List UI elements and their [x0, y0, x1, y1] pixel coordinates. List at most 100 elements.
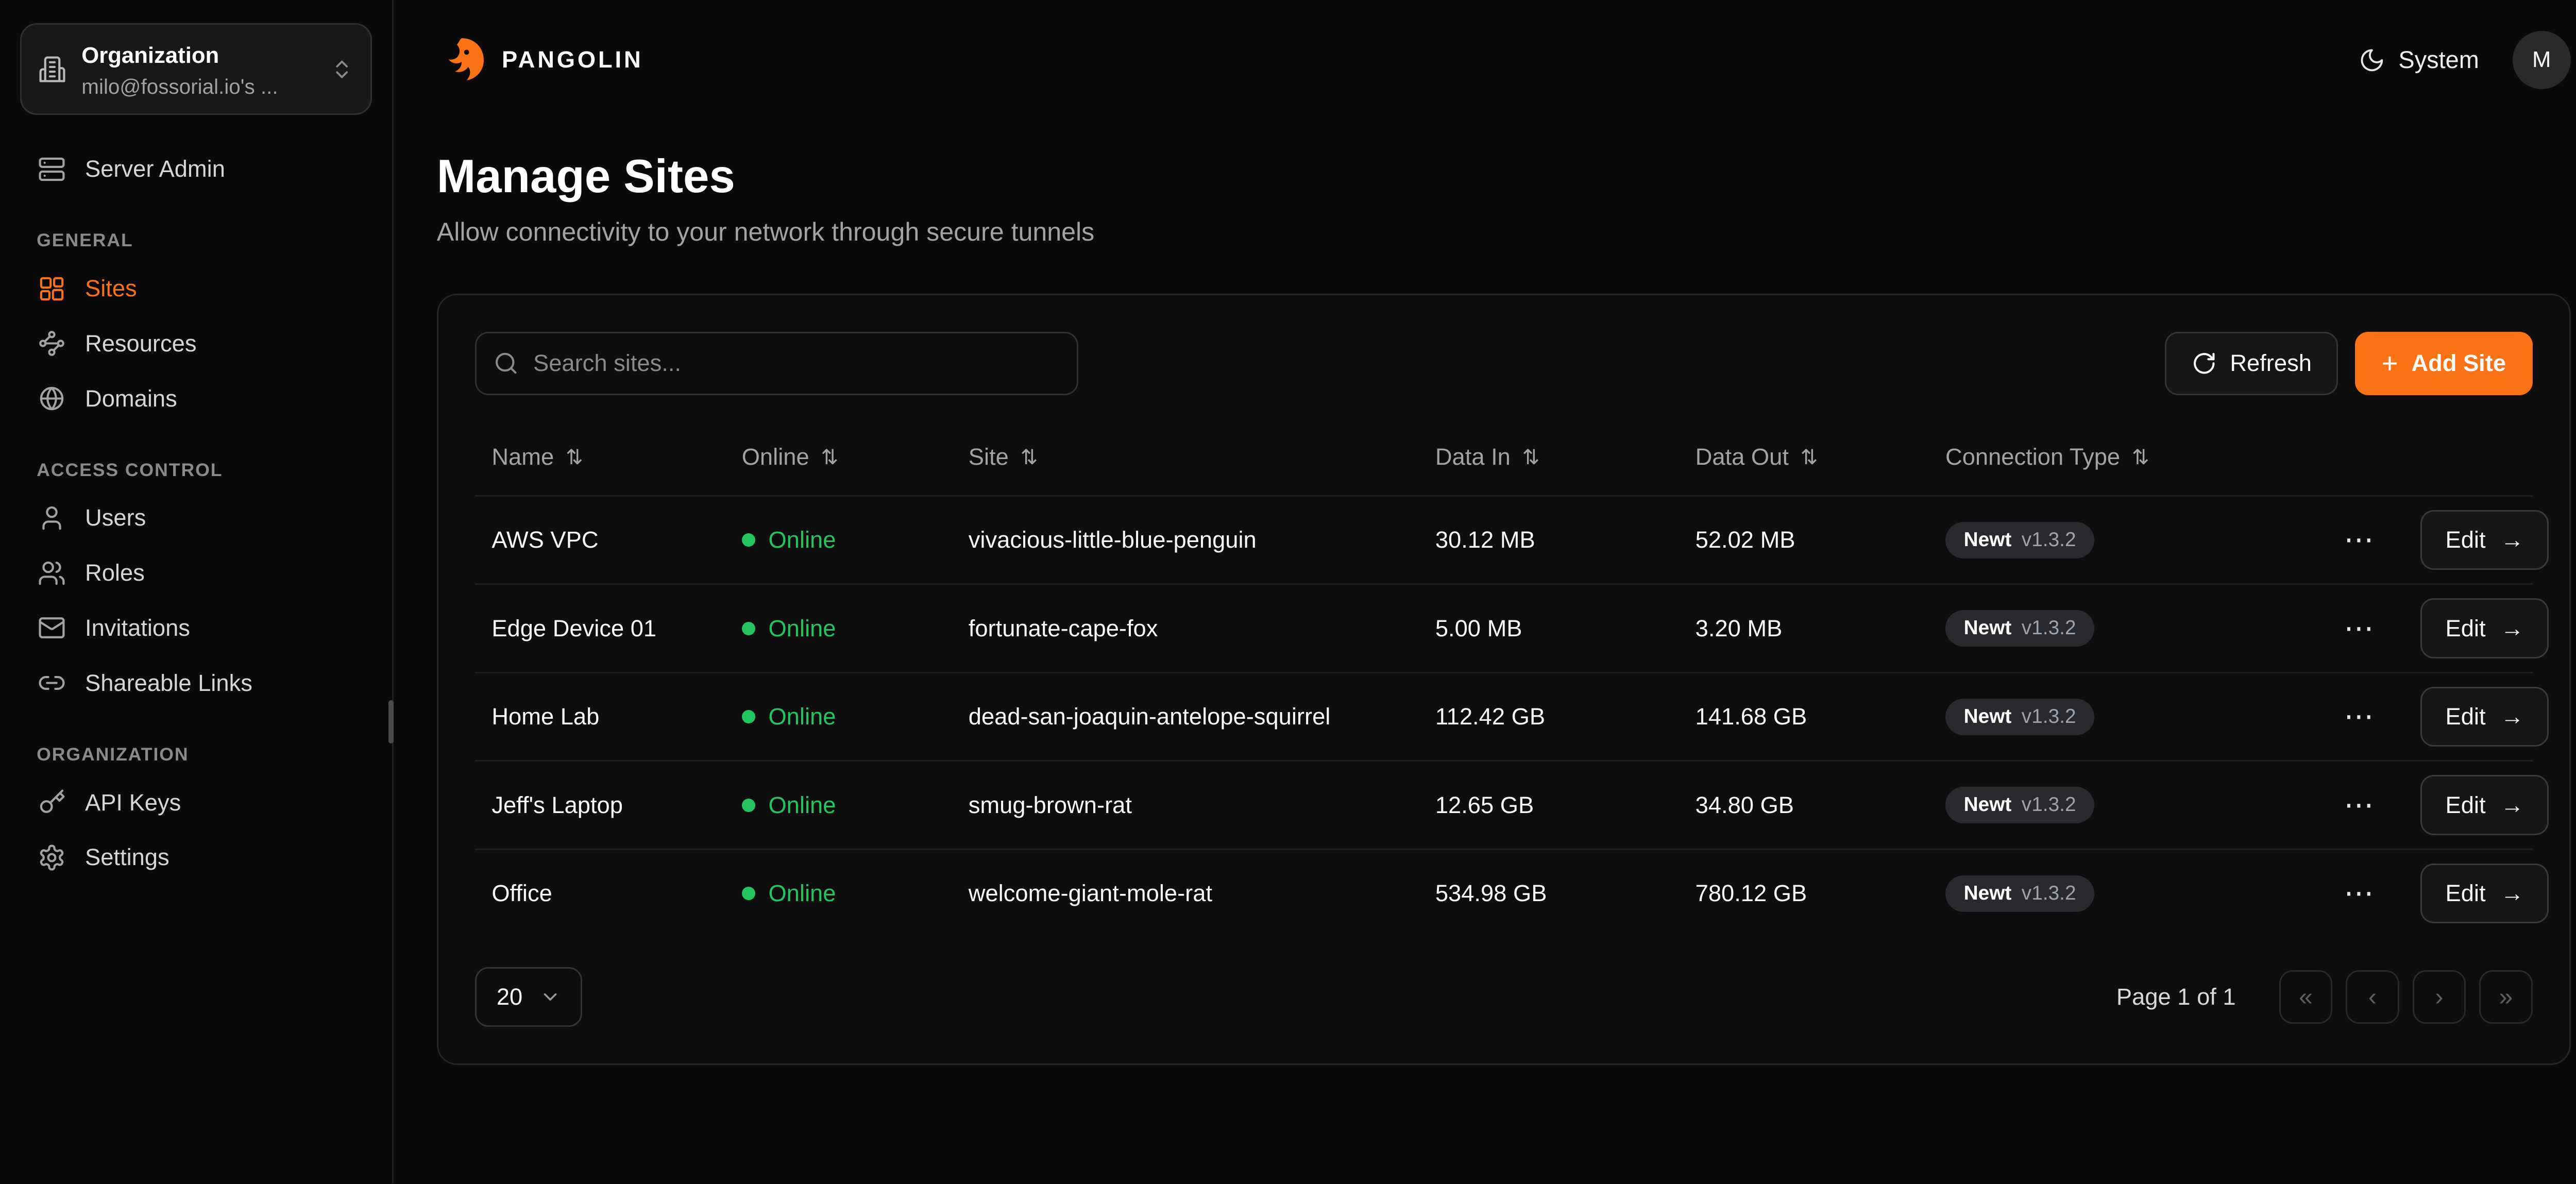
waypoints-icon — [37, 329, 66, 358]
connection-type-badge: Newtv1.3.2 — [1945, 699, 2094, 735]
sidebar-item-label: Server Admin — [85, 156, 225, 182]
sidebar-item-settings[interactable]: Settings — [20, 830, 372, 885]
main-content: PANGOLIN System M Manage Sites Allow con… — [394, 0, 2576, 1183]
column-header-data-in[interactable]: Data In⇅ — [1435, 444, 1696, 470]
online-dot-icon — [742, 799, 755, 812]
row-menu-button[interactable]: ⋯ — [2337, 872, 2380, 915]
last-page-button[interactable]: » — [2479, 970, 2533, 1024]
online-dot-icon — [742, 887, 755, 900]
add-site-button[interactable]: + Add Site — [2355, 332, 2533, 395]
table-row: Home Lab Online dead-san-joaquin-antelop… — [475, 672, 2533, 760]
sidebar-section-access-control: ACCESS CONTROL — [37, 460, 355, 481]
status-badge: Online — [742, 615, 969, 642]
sort-icon[interactable]: ⇅ — [1522, 445, 1540, 469]
arrow-right-icon: → — [2501, 615, 2524, 642]
page-subtitle: Allow connectivity to your network throu… — [437, 217, 2571, 247]
first-page-button[interactable]: « — [2279, 970, 2333, 1024]
status-badge: Online — [742, 527, 969, 553]
column-header-online[interactable]: Online⇅ — [742, 444, 969, 470]
column-header-data-out[interactable]: Data Out⇅ — [1696, 444, 1945, 470]
refresh-button[interactable]: Refresh — [2165, 332, 2338, 395]
data-out: 52.02 MB — [1696, 527, 1945, 553]
sort-icon[interactable]: ⇅ — [1801, 445, 1818, 469]
row-menu-button[interactable]: ⋯ — [2337, 695, 2380, 738]
sidebar-section-general: GENERAL — [37, 230, 355, 251]
data-out: 780.12 GB — [1696, 880, 1945, 907]
edit-button[interactable]: Edit→ — [2420, 775, 2549, 835]
plus-icon: + — [2381, 349, 2398, 378]
table-row: Edge Device 01 Online fortunate-cape-fox… — [475, 583, 2533, 672]
site-name: Jeff's Laptop — [492, 792, 741, 819]
sort-icon[interactable]: ⇅ — [1020, 445, 1038, 469]
sidebar-scrollbar-thumb[interactable] — [388, 700, 394, 743]
online-dot-icon — [742, 533, 755, 547]
sort-icon[interactable]: ⇅ — [566, 445, 583, 469]
row-menu-button[interactable]: ⋯ — [2337, 518, 2380, 562]
arrow-right-icon: → — [2501, 792, 2524, 819]
row-actions: ⋯ Edit→ — [2337, 864, 2549, 923]
sidebar-item-label: Sites — [85, 275, 137, 302]
organization-selector[interactable]: Organization milo@fossorial.io's ... — [20, 23, 372, 115]
user-icon — [37, 504, 66, 532]
organization-info: Organization milo@fossorial.io's ... — [81, 38, 315, 100]
sidebar-item-sites[interactable]: Sites — [20, 261, 372, 316]
refresh-icon — [2192, 351, 2217, 376]
users-icon — [37, 559, 66, 587]
sort-icon[interactable]: ⇅ — [821, 445, 838, 469]
arrow-right-icon: → — [2501, 703, 2524, 730]
organization-subtitle: milo@fossorial.io's ... — [81, 75, 278, 98]
toolbar-buttons: Refresh + Add Site — [2165, 332, 2532, 395]
edit-button[interactable]: Edit→ — [2420, 510, 2549, 570]
link-icon — [37, 669, 66, 697]
card-toolbar: Refresh + Add Site — [475, 332, 2533, 395]
sidebar-item-label: API Keys — [85, 789, 181, 816]
site-name: Office — [492, 880, 741, 907]
row-menu-button[interactable]: ⋯ — [2337, 784, 2380, 827]
building-icon — [38, 55, 66, 83]
sidebar-item-server-admin[interactable]: Server Admin — [20, 142, 372, 197]
connection-type-badge: Newtv1.3.2 — [1945, 610, 2094, 647]
edit-button[interactable]: Edit→ — [2420, 864, 2549, 923]
row-menu-button[interactable]: ⋯ — [2337, 607, 2380, 650]
sidebar-item-resources[interactable]: Resources — [20, 316, 372, 371]
sidebar-item-api-keys[interactable]: API Keys — [20, 775, 372, 830]
column-header-name[interactable]: Name⇅ — [492, 444, 741, 470]
data-in: 30.12 MB — [1435, 527, 1696, 553]
row-actions: ⋯ Edit→ — [2337, 775, 2549, 835]
connection-type-cell: Newtv1.3.2 — [1945, 787, 2337, 823]
sidebar-item-domains[interactable]: Domains — [20, 371, 372, 426]
add-site-label: Add Site — [2411, 350, 2506, 377]
edit-button[interactable]: Edit→ — [2420, 687, 2549, 747]
key-icon — [37, 788, 66, 817]
connection-type-cell: Newtv1.3.2 — [1945, 522, 2337, 559]
row-actions: ⋯ Edit→ — [2337, 598, 2549, 658]
sidebar-item-roles[interactable]: Roles — [20, 546, 372, 601]
next-page-button[interactable]: › — [2413, 970, 2466, 1024]
pangolin-logo-icon — [437, 35, 487, 85]
avatar[interactable]: M — [2513, 31, 2571, 89]
column-header-connection-type[interactable]: Connection Type⇅ — [1945, 444, 2337, 470]
row-actions: ⋯ Edit→ — [2337, 687, 2549, 747]
arrow-right-icon: → — [2501, 880, 2524, 907]
theme-selector[interactable]: System — [2359, 46, 2479, 74]
search-input[interactable] — [475, 332, 1078, 395]
previous-page-button[interactable]: ‹ — [2346, 970, 2399, 1024]
top-bar: PANGOLIN System M — [437, 0, 2571, 120]
brand: PANGOLIN — [437, 35, 643, 85]
organization-title: Organization — [81, 43, 219, 68]
connection-type-cell: Newtv1.3.2 — [1945, 875, 2337, 912]
sidebar-item-label: Resources — [85, 330, 197, 357]
column-header-site[interactable]: Site⇅ — [969, 444, 1435, 470]
sidebar-item-invitations[interactable]: Invitations — [20, 601, 372, 656]
table-row: Jeff's Laptop Online smug-brown-rat 12.6… — [475, 760, 2533, 849]
arrow-right-icon: → — [2501, 527, 2524, 553]
data-out: 34.80 GB — [1696, 792, 1945, 819]
sort-icon[interactable]: ⇅ — [2132, 445, 2149, 469]
edit-button[interactable]: Edit→ — [2420, 598, 2549, 658]
gear-icon — [37, 843, 66, 872]
page-size-select[interactable]: 20 — [475, 967, 582, 1027]
pagination: Page 1 of 1 « ‹ › » — [2116, 970, 2533, 1024]
sidebar-item-shareable-links[interactable]: Shareable Links — [20, 655, 372, 711]
status-badge: Online — [742, 880, 969, 907]
sidebar-item-users[interactable]: Users — [20, 490, 372, 546]
